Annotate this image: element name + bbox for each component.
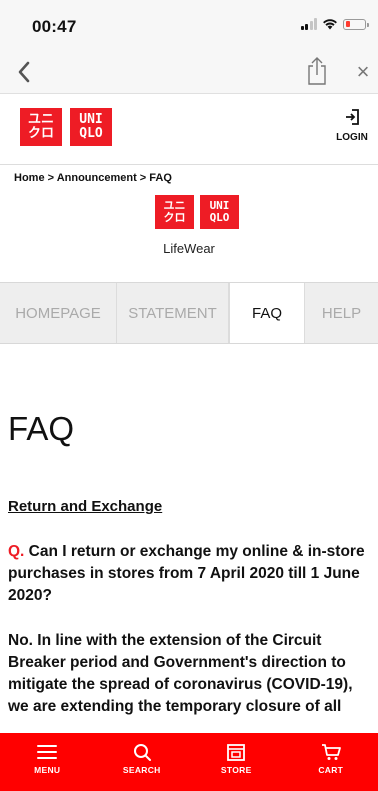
- status-icons: [300, 18, 369, 30]
- share-button[interactable]: [305, 56, 329, 86]
- section-heading: Return and Exchange: [8, 498, 163, 515]
- logo-tile-latin: UNI QLO: [70, 108, 112, 146]
- close-icon: ×: [356, 59, 370, 84]
- question-marker: Q.: [8, 543, 25, 560]
- nav-menu-label: MENU: [34, 765, 61, 775]
- search-icon: [133, 744, 151, 761]
- faq-answer: No. In line with the extension of the Ci…: [8, 632, 353, 715]
- faq-question: Q. Can I return or exchange my online & …: [8, 541, 374, 607]
- store-icon: [227, 744, 246, 761]
- share-icon: [308, 57, 326, 85]
- nav-search[interactable]: SEARCH: [95, 733, 190, 791]
- breadcrumb[interactable]: Home > Announcement > FAQ: [14, 172, 172, 184]
- login-button[interactable]: LOGIN: [332, 109, 372, 149]
- bottom-nav: MENU SEARCH STORE CART: [0, 733, 378, 791]
- uniqlo-logo[interactable]: ユニ クロ UNI QLO: [20, 108, 112, 146]
- tab-statement[interactable]: STATEMENT: [117, 283, 229, 343]
- browser-toolbar: ×: [0, 50, 378, 94]
- status-bar: 00:47: [0, 0, 378, 50]
- logo-tile-katakana: ユニ クロ: [155, 195, 194, 229]
- tab-homepage[interactable]: HOMEPAGE: [0, 283, 117, 343]
- nav-menu[interactable]: MENU: [0, 733, 95, 791]
- nav-store-label: STORE: [220, 765, 252, 775]
- signal-icon: [300, 18, 317, 30]
- status-time: 00:47: [32, 17, 77, 36]
- logo-tile-katakana: ユニ クロ: [20, 108, 62, 146]
- nav-search-label: SEARCH: [122, 765, 161, 775]
- tab-bar: HOMEPAGE STATEMENT FAQ HELP: [0, 282, 378, 344]
- login-label: LOGIN: [336, 132, 368, 143]
- close-button[interactable]: ×: [353, 60, 373, 84]
- login-icon: [346, 109, 359, 125]
- question-text: Can I return or exchange my online & in-…: [8, 543, 365, 604]
- tab-faq[interactable]: FAQ: [229, 283, 305, 343]
- nav-cart[interactable]: CART: [284, 733, 378, 791]
- back-button[interactable]: [12, 58, 36, 86]
- page-title: FAQ: [8, 410, 75, 447]
- cart-icon: [321, 744, 341, 760]
- nav-cart-label: CART: [318, 765, 344, 775]
- wifi-icon: [323, 19, 337, 30]
- uniqlo-logo-center: ユニ クロ UNI QLO: [155, 195, 239, 229]
- faq-content: Return and Exchange Q. Can I return or e…: [8, 496, 374, 718]
- chevron-left-icon: [18, 61, 30, 83]
- site-header: ユニ クロ UNI QLO LOGIN: [0, 95, 378, 165]
- brand-tagline: LifeWear: [163, 241, 215, 256]
- logo-tile-latin: UNI QLO: [200, 195, 239, 229]
- battery-icon: [343, 18, 369, 30]
- menu-icon: [37, 745, 58, 759]
- tab-help[interactable]: HELP: [305, 283, 378, 343]
- nav-store[interactable]: STORE: [189, 733, 284, 791]
